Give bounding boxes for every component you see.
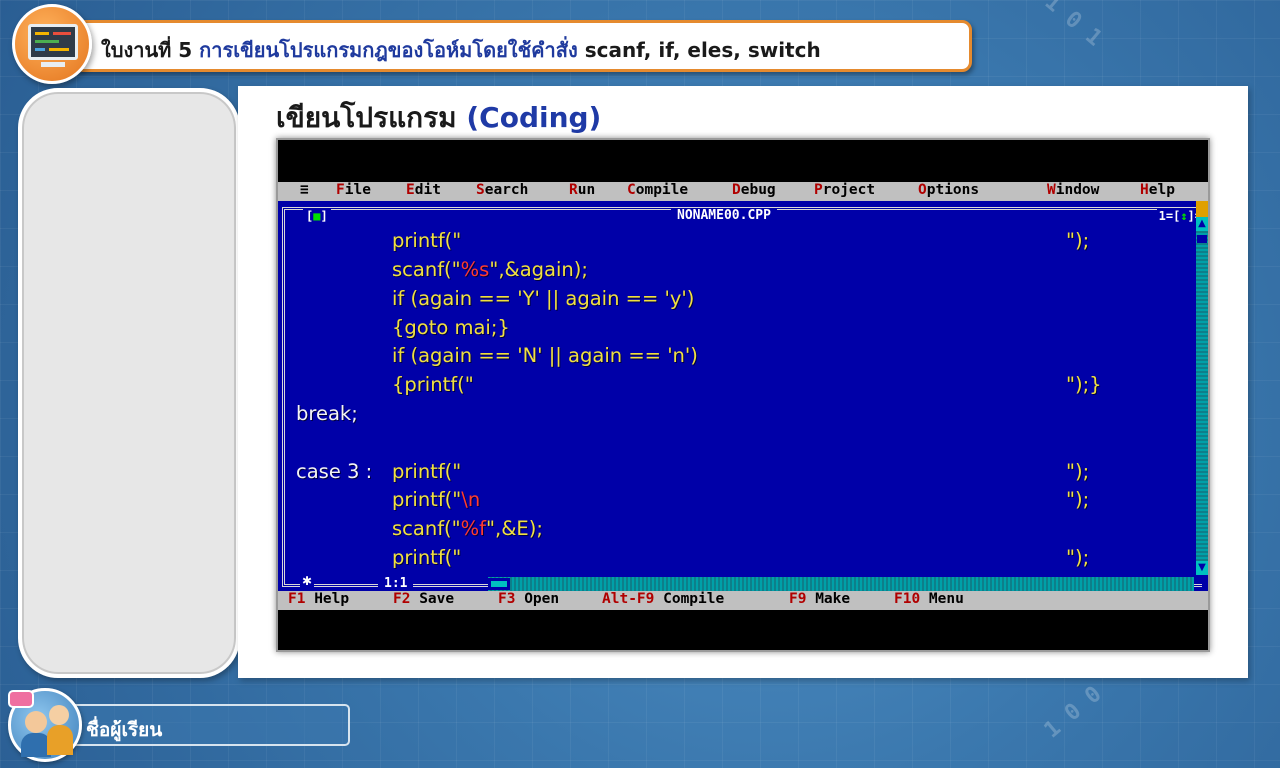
menu-project[interactable]: Project xyxy=(814,182,875,198)
worksheet-topic: การเขียนโปรแกรมกฎของโอห์มโดยใช้คำสั่ง xyxy=(199,38,585,62)
ide-menu-bar: ≡ File Edit Search Run Compile Debug Pro… xyxy=(278,182,1208,201)
menu-file[interactable]: File xyxy=(336,182,371,198)
menu-edit[interactable]: Edit xyxy=(406,182,441,198)
section-heading-accent: (Coding) xyxy=(466,101,602,134)
code-line: if (again == 'N' || again == 'n') xyxy=(392,344,698,367)
code-line: printf(" xyxy=(392,546,462,569)
worksheet-header: ใบงานที่ 5 การเขียนโปรแกรมกฎของโอห์มโดยใ… xyxy=(74,20,972,72)
student-name-field[interactable]: ชื่อผู้เรียน xyxy=(64,704,350,746)
ide-screen: ≡ File Edit Search Run Compile Debug Pro… xyxy=(276,138,1210,652)
menu-debug[interactable]: Debug xyxy=(732,182,776,198)
section-heading: เขียนโปรแกรม (Coding) xyxy=(276,96,601,140)
menu-options[interactable]: Options xyxy=(918,182,979,198)
student-name-label: ชื่อผู้เรียน xyxy=(86,719,163,741)
hotkey-make[interactable]: F9 Make xyxy=(789,591,850,607)
monitor-icon xyxy=(28,24,78,60)
code-editor-window[interactable]: [■] NONAME00.CPP 1=[↕]= ▲ ▼ ✱ 1:1 printf… xyxy=(278,201,1208,591)
hotkey-open[interactable]: F3 Open xyxy=(498,591,559,607)
monitor-stand xyxy=(41,62,65,67)
hotkey-compile[interactable]: Alt-F9 Compile xyxy=(602,591,724,607)
code-line-end: "); xyxy=(1066,488,1090,511)
code-line: scanf("%f",&E); xyxy=(392,517,543,540)
system-menu[interactable]: ≡ xyxy=(300,182,309,198)
menu-run[interactable]: Run xyxy=(569,182,595,198)
menu-compile[interactable]: Compile xyxy=(627,182,688,198)
menu-search[interactable]: Search xyxy=(476,182,528,198)
worksheet-number: ใบงานที่ 5 xyxy=(101,38,200,62)
code-line: scanf("%s",&again); xyxy=(392,258,588,281)
menu-window[interactable]: Window xyxy=(1047,182,1099,198)
hotkey-save[interactable]: F2 Save xyxy=(393,591,454,607)
computer-code-icon xyxy=(12,4,92,84)
code-line: break; xyxy=(296,402,358,425)
side-panel xyxy=(18,88,240,678)
ide-status-bar: F1 Help F2 Save F3 Open Alt-F9 Compile F… xyxy=(278,591,1208,610)
chat-bubble-icon xyxy=(8,690,34,708)
code-line-end: "); xyxy=(1066,460,1090,483)
code-line-end: ");} xyxy=(1066,373,1102,396)
code-line: printf("\n xyxy=(392,488,481,511)
code-line: printf(" xyxy=(392,229,462,252)
menu-help[interactable]: Help xyxy=(1140,182,1175,198)
worksheet-keywords: scanf, if, eles, switch xyxy=(584,38,821,62)
code-line: printf(" xyxy=(392,460,462,483)
code-line: if (again == 'Y' || again == 'y') xyxy=(392,287,695,310)
worksheet-title: ใบงานที่ 5 การเขียนโปรแกรมกฎของโอห์มโดยใ… xyxy=(101,34,821,66)
section-heading-text: เขียนโปรแกรม xyxy=(276,101,467,134)
code-line: {printf(" xyxy=(392,373,474,396)
code-line: {goto mai;} xyxy=(392,316,510,339)
code-line-end: "); xyxy=(1066,229,1090,252)
code-line-end: "); xyxy=(1066,546,1090,569)
hotkey-help[interactable]: F1 Help xyxy=(288,591,349,607)
content-card: เขียนโปรแกรม (Coding) ≡ File Edit Search… xyxy=(238,86,1248,678)
source-code: printf(" "); scanf("%s",&again); if (aga… xyxy=(278,201,1208,591)
hotkey-menu[interactable]: F10 Menu xyxy=(894,591,964,607)
code-line-case: case 3 : xyxy=(296,460,373,483)
